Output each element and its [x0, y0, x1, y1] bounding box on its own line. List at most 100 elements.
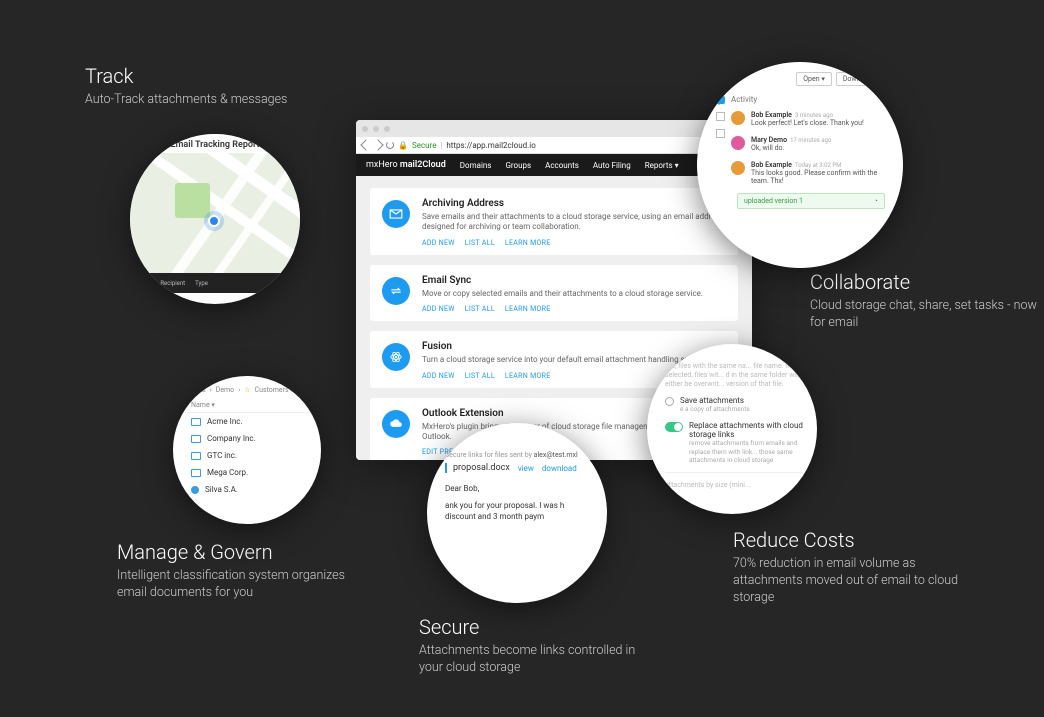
- list-item[interactable]: Company Inc.: [173, 430, 321, 447]
- option-desc: e a copy of attachments: [680, 405, 750, 413]
- column-header[interactable]: Name ▾: [173, 398, 321, 413]
- reduce-bubble: ted, files with the same na... file name…: [647, 344, 817, 514]
- option-save-attachments[interactable]: Save attachments e a copy of attachments: [665, 396, 803, 413]
- back-icon[interactable]: [360, 139, 371, 150]
- list-item[interactable]: Acme Inc.: [173, 413, 321, 430]
- list-item[interactable]: Mega Corp.: [173, 464, 321, 481]
- view-link[interactable]: view: [518, 464, 534, 473]
- msg-time: 17 minutes ago: [790, 137, 831, 144]
- radio-icon[interactable]: [665, 397, 674, 406]
- callout-manage: Manage & Govern Intelligent classificati…: [117, 540, 367, 602]
- download-button[interactable]: Download: [836, 72, 881, 86]
- callout-title: Collaborate: [810, 270, 1040, 294]
- download-link[interactable]: download: [542, 464, 577, 473]
- app-topnav: mxHero mail2Cloud Domains Groups Account…: [356, 154, 752, 176]
- nav-item[interactable]: Accounts: [545, 161, 579, 170]
- account-icon: [191, 486, 199, 494]
- callout-title: Track: [85, 64, 287, 88]
- secure-bubble: Secure links for files sent by alex@test…: [427, 423, 607, 603]
- learn-more-link[interactable]: LEARN MORE: [505, 305, 551, 313]
- chat-icon[interactable]: [715, 96, 725, 104]
- rail-icon[interactable]: [716, 129, 725, 138]
- learn-more-link[interactable]: LEARN MORE: [505, 372, 551, 380]
- option-label: Replace attachments with cloud storage l…: [689, 421, 803, 439]
- callout-desc: 70% reduction in email volume as attachm…: [733, 556, 963, 607]
- option-replace-attachments[interactable]: Replace attachments with cloud storage l…: [665, 421, 803, 463]
- map-view[interactable]: [130, 153, 300, 273]
- list-all-link[interactable]: LIST ALL: [465, 372, 495, 380]
- col-recipient: Recipient: [160, 280, 185, 287]
- chevron-down-icon: ▾: [675, 161, 679, 170]
- side-rail: [713, 96, 727, 138]
- card-desc: Save emails and their attachments to a c…: [422, 212, 726, 233]
- nav-item[interactable]: Domains: [460, 161, 492, 170]
- nav-item[interactable]: Groups: [505, 161, 531, 170]
- reload-icon[interactable]: [386, 141, 394, 149]
- list-all-link[interactable]: LIST ALL: [465, 305, 495, 313]
- truncated-text: ted, files with the same na... file name…: [665, 362, 803, 388]
- window-control-close[interactable]: [362, 126, 368, 132]
- msg-time: Today at 3:02 PM: [795, 162, 841, 169]
- list-all-link[interactable]: LIST ALL: [465, 239, 495, 247]
- msg-text: Ok, will do.: [751, 144, 831, 153]
- list-item[interactable]: Silva S.A.: [173, 481, 321, 498]
- add-new-link[interactable]: ADD NEW: [422, 372, 455, 380]
- folder-icon: [191, 469, 201, 477]
- card-title: Archiving Address: [422, 198, 726, 209]
- atom-icon: [382, 343, 410, 371]
- lock-icon: 🔒: [398, 141, 408, 150]
- toggle-on-icon[interactable]: [665, 422, 683, 432]
- breadcrumb: Files› Demo› ☆ Customers: [173, 376, 321, 398]
- nav-item[interactable]: Reports ▾: [645, 161, 679, 170]
- clock-icon: ◔: [874, 197, 878, 205]
- card-title: Fusion: [422, 341, 709, 352]
- track-bubble: Email Tracking Report Date Recipient Typ…: [130, 134, 300, 304]
- rail-icon[interactable]: [716, 112, 725, 121]
- col-type: Type: [195, 280, 208, 287]
- folder-icon: [191, 418, 201, 426]
- truncated-text: attachments by size (mini...: [665, 481, 803, 490]
- cloud-icon: [382, 410, 410, 438]
- callout-secure: Secure Attachments become links controll…: [419, 615, 649, 677]
- collaborate-bubble: Open ▾ Download Activity Bob Example3 mi…: [697, 62, 903, 268]
- card-desc: Move or copy selected emails and their a…: [422, 289, 703, 299]
- browser-titlebar: [356, 120, 752, 137]
- folder-icon: [191, 435, 201, 443]
- star-icon: ☆: [244, 386, 250, 394]
- callout-collaborate: Collaborate Cloud storage chat, share, s…: [810, 270, 1040, 332]
- manage-bubble: Files› Demo› ☆ Customers Name ▾ Acme Inc…: [173, 376, 321, 524]
- activity-message: Bob ExampleToday at 3:02 PM This looks g…: [731, 160, 885, 187]
- list-item[interactable]: GTC inc.: [173, 447, 321, 464]
- filename: proposal.docx: [453, 463, 510, 473]
- uploaded-banner: uploaded version 1 ◔: [737, 193, 885, 209]
- msg-name: Bob Example: [751, 111, 792, 119]
- window-control-min[interactable]: [373, 126, 379, 132]
- msg-time: 3 minutes ago: [795, 112, 833, 119]
- nav-item[interactable]: Auto Filing: [593, 161, 631, 170]
- option-label: Save attachments: [680, 396, 750, 405]
- callout-desc: Attachments become links controlled in y…: [419, 643, 649, 677]
- card-desc: Turn a cloud storage service into your d…: [422, 355, 709, 365]
- url-text[interactable]: https://app.mail2cloud.io: [446, 141, 535, 150]
- msg-name: Bob Example: [751, 161, 792, 169]
- callout-title: Secure: [419, 615, 649, 639]
- learn-more-link[interactable]: LEARN MORE: [505, 239, 551, 247]
- card-title: Email Sync: [422, 275, 703, 286]
- sync-icon: [382, 277, 410, 305]
- secure-label: Secure: [412, 141, 436, 150]
- feature-card-archiving: Archiving Address Save emails and their …: [370, 188, 738, 255]
- envelope-icon: [382, 200, 410, 228]
- callout-track: Track Auto-Track attachments & messages: [85, 64, 287, 109]
- secure-link-header: Secure links for files sent by alex@test…: [445, 451, 589, 459]
- forward-icon[interactable]: [372, 139, 383, 150]
- msg-name: Mary Demo: [751, 136, 787, 144]
- avatar: [731, 111, 745, 125]
- add-new-link[interactable]: ADD NEW: [422, 305, 455, 313]
- msg-text: This looks good. Please confirm with the…: [751, 169, 885, 187]
- browser-urlbar: 🔒 Secure | https://app.mail2cloud.io: [356, 137, 752, 154]
- window-control-max[interactable]: [384, 126, 390, 132]
- option-desc: remove attachments from emails and repla…: [689, 439, 803, 463]
- add-new-link[interactable]: ADD NEW: [422, 239, 455, 247]
- uploaded-label: uploaded version 1: [744, 197, 803, 205]
- open-button[interactable]: Open ▾: [796, 72, 832, 86]
